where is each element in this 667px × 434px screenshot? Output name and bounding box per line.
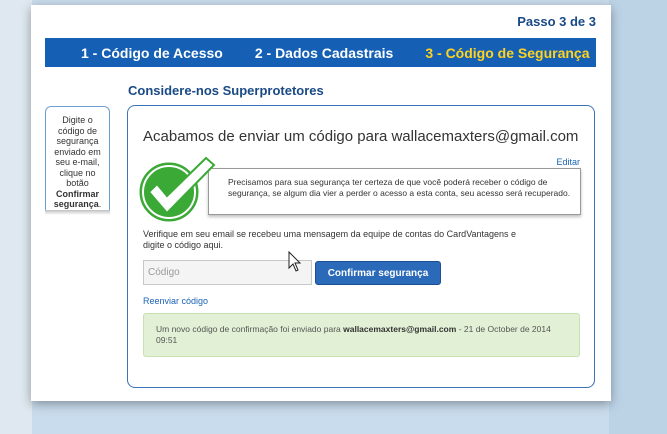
card-heading: Acabamos de enviar um código para wallac… [143,128,579,145]
resend-code-link[interactable]: Reenviar código [143,296,208,306]
step-registration-data: 2 - Dados Cadastrais [254,44,394,61]
confirm-security-button[interactable]: Confirmar segurança [315,261,441,285]
steps-nav-bar: 1 - Código de Acesso 2 - Dados Cadastrai… [45,38,596,67]
sidebar-help-text: Digite o código de segurança enviado em … [54,115,101,188]
step-access-code: 1 - Código de Acesso [81,44,223,61]
window-frame-right [609,0,667,434]
security-card: Acabamos de enviar um código para wallac… [127,105,595,388]
sidebar-shadow [45,210,110,215]
check-circle-icon [136,156,216,225]
edit-email-link[interactable]: Editar [556,157,580,167]
sidebar-help-strong: Confirmar segurança [53,188,99,210]
code-sent-alert: Um novo código de confirmação foi enviad… [143,313,580,357]
security-step-page: Passo 3 de 3 1 - Código de Acesso 2 - Da… [31,5,611,401]
step-security-code: 3 - Código de Segurança [425,44,590,61]
verify-instructions: Verifique em seu email se recebeu uma me… [143,229,517,250]
step-counter: Passo 3 de 3 [517,14,596,29]
sidebar-help-suffix: . [98,199,102,209]
alert-text-prefix: Um novo código de confirmação foi enviad… [156,324,341,334]
section-title: Considere-nos Superprotetores [128,83,324,98]
sidebar-help-box: Digite o código de segurança enviado em … [45,106,110,214]
security-code-input[interactable] [143,260,312,285]
window-frame-left [0,0,32,434]
alert-email: wallacemaxters@gmail.com [343,324,457,334]
security-info-box: Precisamos para sua segurança ter certez… [208,168,581,215]
mouse-cursor-icon [288,251,302,272]
